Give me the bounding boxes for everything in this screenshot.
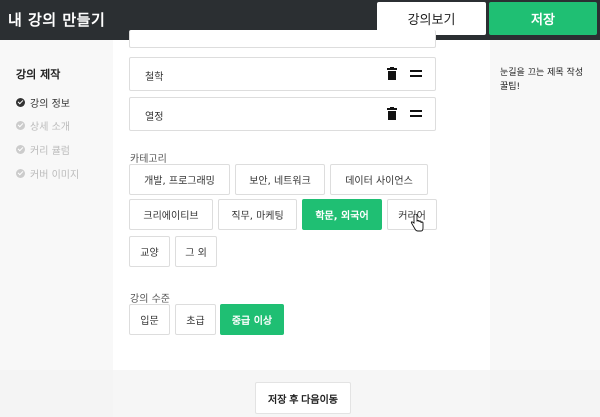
list-item[interactable]: 철학 — [129, 57, 436, 91]
check-icon — [16, 97, 25, 107]
sidebar-item-label: 상세 소개 — [30, 121, 70, 133]
level-label: 강의 수준 — [130, 294, 170, 305]
sidebar-item-label: 커버 이미지 — [30, 169, 80, 181]
sidebar-item-curriculum[interactable]: 커리 큘럼 — [16, 141, 70, 157]
sidebar-title: 강의 제작 — [16, 68, 61, 81]
sidebar-item-label: 강의 정보 — [30, 98, 70, 110]
drag-handle-icon[interactable] — [410, 70, 422, 78]
level-chip[interactable]: 초급 — [175, 304, 216, 335]
check-icon — [16, 144, 25, 154]
trash-icon[interactable] — [387, 107, 397, 120]
sidebar-item-cover-image[interactable]: 커버 이미지 — [16, 165, 79, 181]
category-chip[interactable]: 개발, 프로그래밍 — [129, 164, 230, 195]
category-chip[interactable]: 그 외 — [175, 236, 217, 267]
page-title: 내 강의 만들기 — [8, 11, 106, 29]
category-chip[interactable]: 교양 — [129, 236, 170, 267]
category-chip-selected[interactable]: 학문, 외국어 — [302, 199, 382, 230]
check-icon — [16, 120, 25, 130]
category-chip[interactable]: 크리에이티브 — [129, 199, 213, 230]
level-chip-selected[interactable]: 중급 이상 — [220, 304, 284, 335]
hand-cursor-icon — [410, 214, 424, 232]
category-chip[interactable]: 직무, 마케팅 — [218, 199, 297, 230]
title-tip: 눈길을 끄는 제목 작성 꿀팁! — [500, 68, 584, 92]
save-and-next-button[interactable]: 저장 후 다음이동 — [255, 382, 351, 414]
list-item-label: 철학 — [145, 72, 164, 83]
level-chip[interactable]: 입문 — [129, 304, 170, 335]
category-chip[interactable]: 보안, 네트워크 — [235, 164, 325, 195]
drag-handle-icon[interactable] — [410, 110, 422, 118]
save-button[interactable]: 저장 — [489, 2, 597, 35]
category-label: 카테고리 — [130, 154, 167, 165]
sidebar-item-label: 커리 큘럼 — [30, 145, 70, 157]
check-icon — [16, 168, 25, 178]
trash-icon[interactable] — [387, 67, 397, 80]
list-item — [129, 30, 436, 48]
sidebar-item-detail[interactable]: 상세 소개 — [16, 117, 70, 133]
list-item-label: 열정 — [145, 112, 164, 123]
sidebar-item-course-info[interactable]: 강의 정보 — [16, 94, 70, 110]
category-chip[interactable]: 데이터 사이언스 — [330, 164, 428, 195]
list-item[interactable]: 열정 — [129, 97, 436, 131]
